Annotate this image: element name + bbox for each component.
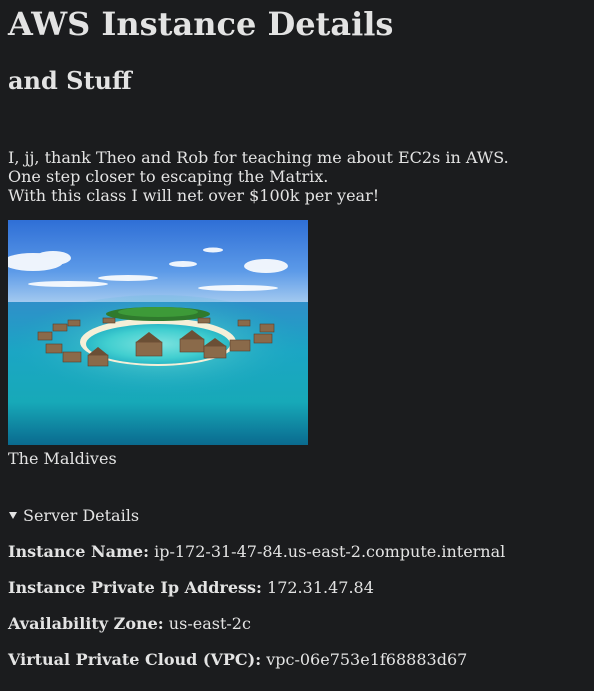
disclosure-triangle-down-icon [9, 512, 17, 519]
detail-value: us-east-2c [168, 614, 251, 633]
page: AWS Instance Details and Stuff I, jj, th… [0, 0, 594, 691]
detail-row-vpc: Virtual Private Cloud (VPC): vpc-06e753e… [8, 650, 586, 669]
detail-value: ip-172-31-47-84.us-east-2.compute.intern… [154, 542, 506, 561]
maldives-photo [8, 220, 308, 445]
detail-label: Availability Zone: [8, 614, 164, 633]
image-caption: The Maldives [8, 449, 117, 468]
server-details-disclosure: Server Details Instance Name: ip-172-31-… [8, 506, 586, 669]
detail-value: 172.31.47.84 [267, 578, 374, 597]
detail-label: Virtual Private Cloud (VPC): [8, 650, 262, 669]
message-line: With this class I will net over $100k pe… [8, 186, 380, 205]
server-details-summary-label: Server Details [23, 506, 140, 525]
detail-value: vpc-06e753e1f68883d67 [266, 650, 468, 669]
server-details-summary[interactable]: Server Details [8, 506, 586, 525]
detail-row-instance-name: Instance Name: ip-172-31-47-84.us-east-2… [8, 542, 586, 561]
page-subtitle: and Stuff [8, 66, 132, 95]
thank-you-message: I, jj, thank Theo and Rob for teaching m… [8, 148, 586, 205]
detail-row-availability-zone: Availability Zone: us-east-2c [8, 614, 586, 633]
message-line: One step closer to escaping the Matrix. [8, 167, 329, 186]
detail-label: Instance Name: [8, 542, 150, 561]
page-title: AWS Instance Details [8, 5, 394, 43]
message-line: I, jj, thank Theo and Rob for teaching m… [8, 148, 509, 167]
detail-row-private-ip: Instance Private Ip Address: 172.31.47.8… [8, 578, 586, 597]
detail-label: Instance Private Ip Address: [8, 578, 262, 597]
